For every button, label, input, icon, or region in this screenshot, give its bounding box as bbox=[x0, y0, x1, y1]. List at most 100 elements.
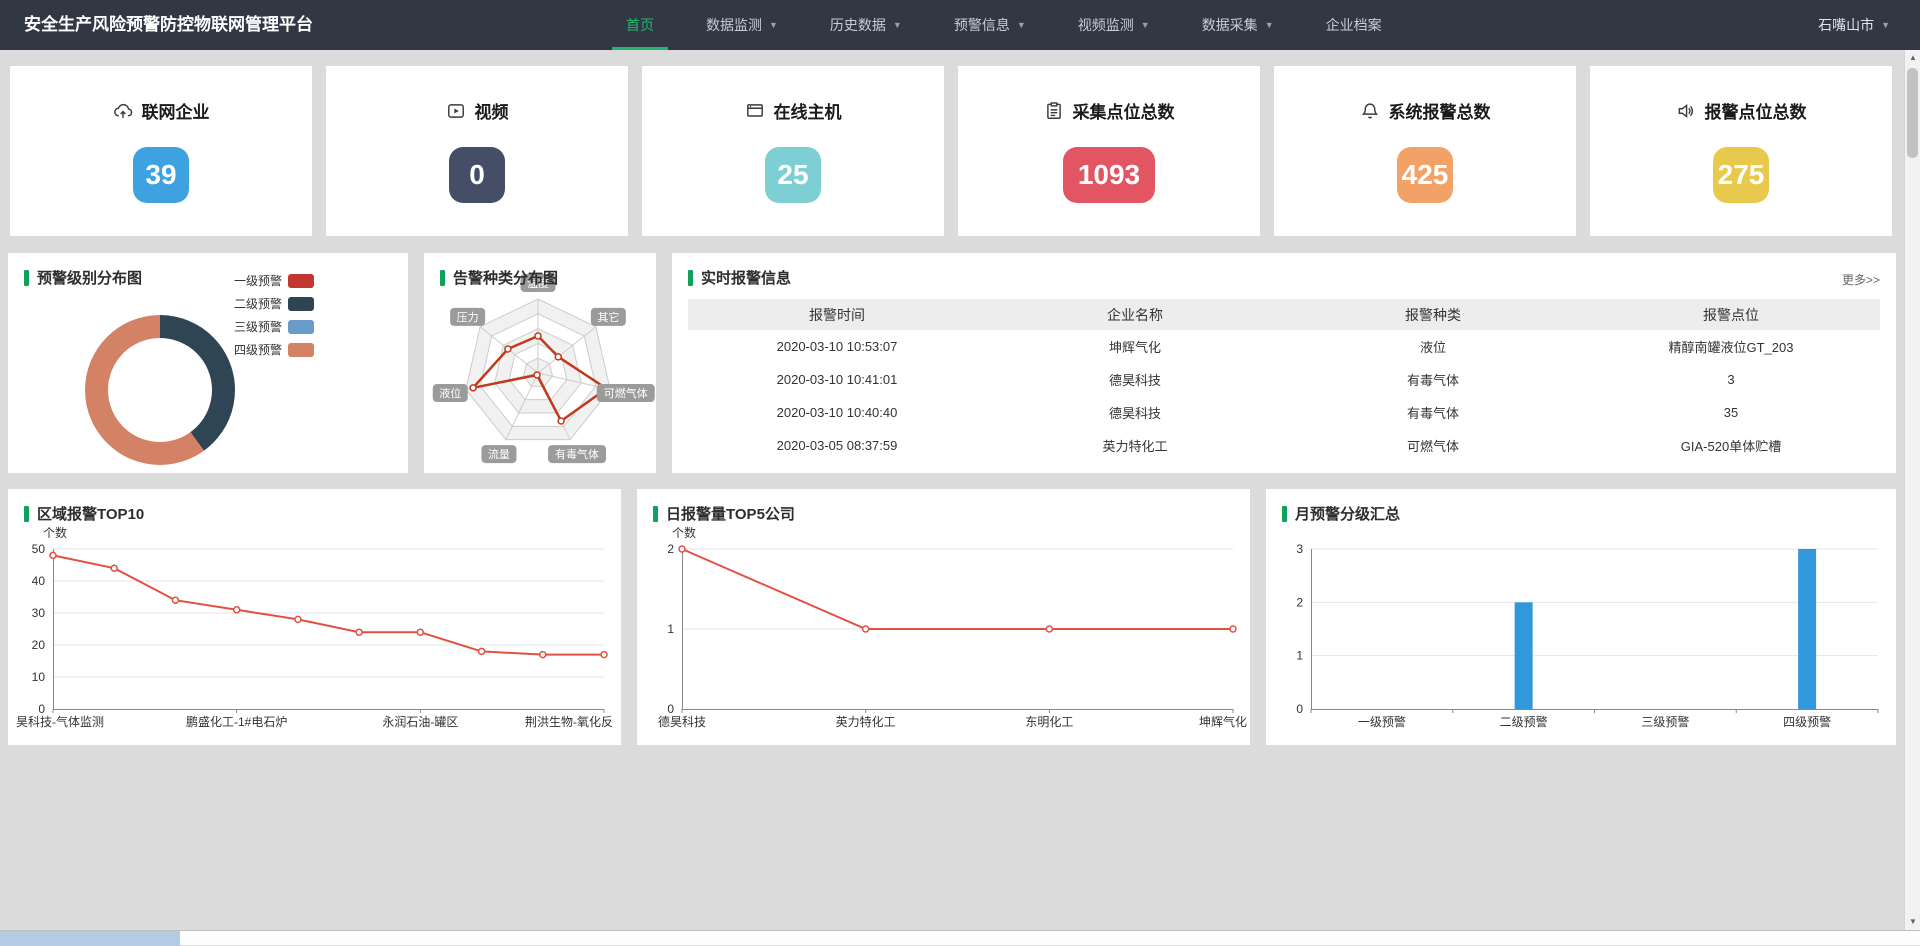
svg-text:流量: 流量 bbox=[488, 447, 510, 461]
stat-value-badge: 425 bbox=[1397, 147, 1453, 203]
stat-label: 系统报警总数 bbox=[1389, 98, 1491, 123]
panel-title: 告警种类分布图 bbox=[453, 267, 558, 288]
region-selector[interactable]: 石嘴山市 ▼ bbox=[1818, 0, 1890, 50]
scroll-up-icon[interactable]: ▲ bbox=[1905, 50, 1920, 66]
nav-item-history-data[interactable]: 历史数据▼ bbox=[804, 0, 928, 50]
stat-card-system-alarms-total: 系统报警总数 425 bbox=[1274, 66, 1576, 236]
table-cell: 德昊科技 bbox=[986, 363, 1284, 396]
table-cell: GIA-520单体贮槽 bbox=[1582, 429, 1880, 462]
stat-value-badge: 0 bbox=[449, 147, 505, 203]
chevron-down-icon: ▼ bbox=[1265, 20, 1274, 30]
donut-hole bbox=[108, 338, 212, 442]
nav-item-enterprise-archive[interactable]: 企业档案 bbox=[1300, 0, 1408, 50]
svg-text:其它: 其它 bbox=[597, 310, 619, 324]
nav-item-home[interactable]: 首页 bbox=[600, 0, 680, 50]
legend-label: 一级预警 bbox=[234, 272, 282, 289]
table-row[interactable]: 2020-03-10 10:53:07坤辉气化液位精醇南罐液位GT_203 bbox=[688, 330, 1880, 363]
scrollbar-thumb[interactable] bbox=[1907, 68, 1918, 158]
legend-item[interactable]: 二级预警 bbox=[204, 292, 314, 315]
table-cell: 2020-03-10 10:40:40 bbox=[688, 396, 986, 429]
svg-text:东明化工: 东明化工 bbox=[1025, 715, 1073, 729]
speaker-icon bbox=[1676, 101, 1696, 121]
table-cell: 2020-03-05 08:37:59 bbox=[688, 429, 986, 462]
table-cell: 35 bbox=[1582, 396, 1880, 429]
svg-text:40: 40 bbox=[32, 574, 46, 588]
nav-item-data-monitor[interactable]: 数据监测▼ bbox=[680, 0, 804, 50]
svg-text:个数: 个数 bbox=[672, 525, 696, 540]
svg-text:1: 1 bbox=[1296, 649, 1303, 663]
panel-title-marker bbox=[24, 270, 29, 286]
svg-text:坤辉气化: 坤辉气化 bbox=[1199, 714, 1247, 729]
svg-text:个数: 个数 bbox=[43, 525, 67, 540]
svg-text:二级预警: 二级预警 bbox=[1500, 714, 1548, 729]
table-header-row: 报警时间企业名称报警种类报警点位 bbox=[688, 299, 1880, 330]
stat-label: 在线主机 bbox=[774, 98, 842, 123]
scroll-down-icon[interactable]: ▼ bbox=[1905, 914, 1920, 930]
svg-text:有毒气体: 有毒气体 bbox=[555, 447, 599, 461]
legend-swatch bbox=[288, 274, 314, 288]
nav-item-video-monitor[interactable]: 视频监测▼ bbox=[1052, 0, 1176, 50]
monthly-warning-panel: 月预警分级汇总 0123一级预警二级预警三级预警四级预警 bbox=[1266, 489, 1896, 745]
table-header-cell: 企业名称 bbox=[986, 299, 1284, 330]
stat-card-collect-points-total: 采集点位总数 1093 bbox=[958, 66, 1260, 236]
chevron-down-icon: ▼ bbox=[769, 20, 778, 30]
table-cell: 有毒气体 bbox=[1284, 363, 1582, 396]
svg-text:英力特化工: 英力特化工 bbox=[836, 714, 896, 729]
svg-text:30: 30 bbox=[32, 606, 46, 620]
panel-title: 区域报警TOP10 bbox=[37, 503, 144, 524]
table-cell: 液位 bbox=[1284, 330, 1582, 363]
video-icon bbox=[446, 101, 466, 121]
panel-title: 月预警分级汇总 bbox=[1295, 503, 1400, 524]
realtime-alarm-panel: 实时报警信息 更多>> 报警时间企业名称报警种类报警点位 2020-03-10 … bbox=[672, 253, 1896, 473]
nav-item-warning-info[interactable]: 预警信息▼ bbox=[928, 0, 1052, 50]
legend-label: 三级预警 bbox=[234, 318, 282, 335]
svg-text:可燃气体: 可燃气体 bbox=[604, 386, 648, 400]
table-cell: 3 bbox=[1582, 363, 1880, 396]
stat-card-video: 视频 0 bbox=[326, 66, 628, 236]
svg-text:荆洪生物-氧化反: 荆洪生物-氧化反 bbox=[525, 715, 613, 729]
svg-text:0: 0 bbox=[38, 702, 45, 716]
region-top10-panel: 区域报警TOP10 01020304050个数昊科技-气体监测鹏盛化工-1#电石… bbox=[8, 489, 621, 745]
chevron-down-icon: ▼ bbox=[1881, 20, 1890, 30]
monitor-icon bbox=[745, 101, 765, 121]
nav-item-data-collect[interactable]: 数据采集▼ bbox=[1176, 0, 1300, 50]
legend-swatch bbox=[288, 297, 314, 311]
panel-title-marker bbox=[1282, 506, 1287, 522]
monthly-warning-bar-chart: 0123一级预警二级预警三级预警四级预警 bbox=[1266, 489, 1896, 745]
svg-text:1: 1 bbox=[667, 622, 674, 636]
legend-item[interactable]: 三级预警 bbox=[204, 315, 314, 338]
svg-text:50: 50 bbox=[32, 542, 46, 556]
stat-label: 联网企业 bbox=[142, 98, 210, 123]
svg-text:3: 3 bbox=[1296, 542, 1303, 556]
legend-label: 二级预警 bbox=[234, 295, 282, 312]
chevron-down-icon: ▼ bbox=[1017, 20, 1026, 30]
svg-text:压力: 压力 bbox=[457, 311, 479, 324]
table-cell: 德昊科技 bbox=[986, 396, 1284, 429]
stat-card-alarm-points-total: 报警点位总数 275 bbox=[1590, 66, 1892, 236]
svg-text:10: 10 bbox=[32, 670, 46, 684]
legend-swatch bbox=[288, 320, 314, 334]
stat-label: 报警点位总数 bbox=[1705, 98, 1807, 123]
app-title: 安全生产风险预警防控物联网管理平台 bbox=[24, 0, 313, 50]
stat-value-badge: 275 bbox=[1713, 147, 1769, 203]
legend-item[interactable]: 一级预警 bbox=[204, 269, 314, 292]
more-link[interactable]: 更多>> bbox=[1842, 271, 1880, 288]
chevron-down-icon: ▼ bbox=[1141, 20, 1150, 30]
table-row[interactable]: 2020-03-05 08:37:59英力特化工可燃气体GIA-520单体贮槽 bbox=[688, 429, 1880, 462]
daily-top5-chart: 012个数德昊科技英力特化工东明化工坤辉气化 bbox=[637, 489, 1250, 745]
panel-title-marker bbox=[653, 506, 658, 522]
svg-text:0: 0 bbox=[1296, 702, 1303, 716]
region-top10-chart: 01020304050个数昊科技-气体监测鹏盛化工-1#电石炉永润石油-罐区荆洪… bbox=[8, 489, 621, 745]
table-cell: 英力特化工 bbox=[986, 429, 1284, 462]
legend-label: 四级预警 bbox=[234, 341, 282, 358]
svg-text:一级预警: 一级预警 bbox=[1358, 714, 1406, 729]
svg-text:液位: 液位 bbox=[439, 386, 461, 400]
svg-text:永润石油-罐区: 永润石油-罐区 bbox=[382, 715, 458, 729]
stat-value-badge: 1093 bbox=[1063, 147, 1155, 203]
table-row[interactable]: 2020-03-10 10:40:40德昊科技有毒气体35 bbox=[688, 396, 1880, 429]
panel-title-marker bbox=[688, 270, 693, 286]
chevron-down-icon: ▼ bbox=[893, 20, 902, 30]
svg-text:三级预警: 三级预警 bbox=[1641, 714, 1689, 729]
table-row[interactable]: 2020-03-10 10:41:01德昊科技有毒气体3 bbox=[688, 363, 1880, 396]
vertical-scrollbar[interactable]: ▲ ▼ bbox=[1904, 50, 1920, 930]
